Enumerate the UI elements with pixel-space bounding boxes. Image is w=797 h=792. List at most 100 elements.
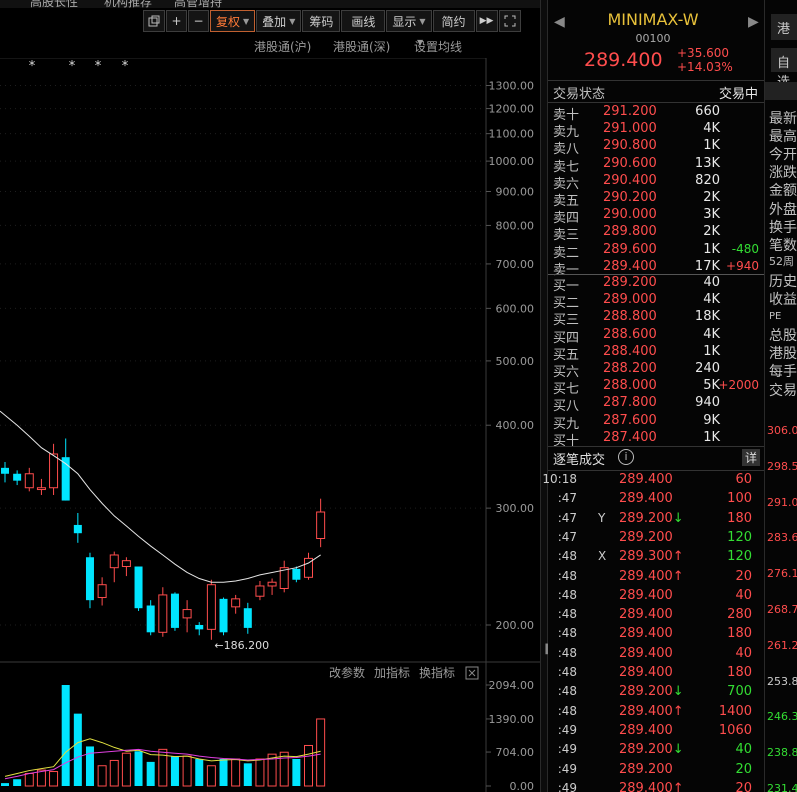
ask-row[interactable]: 卖三 289.800 2K [548,224,764,244]
info-label: 52周 [769,254,794,268]
prev-stock-icon[interactable]: ◀ [554,14,565,30]
simple-button[interactable]: 简约 [432,10,475,32]
adjust-label: 复权 [216,14,241,29]
zoom-out-button[interactable]: − [188,10,209,32]
ask-row[interactable]: 卖十 291.200 660 [548,104,764,123]
tick-price: 289.400↑ [619,781,684,792]
tick-row: :49 289.400 1060 [548,723,764,740]
ask-row[interactable]: 卖七 290.600 13K [548,156,764,175]
tick-time: 10:18 [542,472,577,486]
tick-price-value: 289.200 [619,761,673,777]
tick-flag: Y [598,510,606,525]
nav-item[interactable]: 机构推荐 [104,0,152,8]
draw-button[interactable]: 画线 [341,10,386,32]
volume-bar [121,752,131,787]
switch-indicator-button[interactable]: 换指标 [419,665,455,680]
volume-bar [85,746,94,786]
level-delta: -480 [731,241,759,256]
tick-price-value: 289.400 [619,722,673,738]
next-stock-icon[interactable]: ▶ [748,14,759,30]
candle-body [170,593,179,628]
tick-row: 10:18 289.400 60 [542,472,764,489]
sh-connect-link[interactable]: 港股通(沪) [254,38,311,55]
params-button[interactable]: 改参数 [329,665,365,680]
add-indicator-button[interactable]: 加指标 [374,665,410,680]
tick-time: :48 [557,665,577,679]
candle-body [13,473,22,481]
ask-row[interactable]: 卖二 289.600 1K -480 [548,241,764,261]
info-label: 每手 [769,364,797,381]
bid-row[interactable]: 买八 287.800 940 [548,395,764,414]
ask-row[interactable]: 卖四 290.000 3K [548,207,764,227]
bid-row[interactable]: 买十 287.400 1K [548,430,764,449]
adjust-button[interactable]: 复权 ▼ [210,10,256,32]
price-tick-label: 500.00 [496,355,535,368]
play-button[interactable]: ▶▶ [475,10,498,32]
info-label: 港股 [769,346,797,363]
candles [1,438,326,640]
bid-row[interactable]: 买三 288.800 18K [548,309,764,328]
volume-tick-label: 2094.00 [489,679,535,692]
level-label: 卖九 [553,125,580,141]
layout-button[interactable] [143,10,165,32]
price-axis: 1300.00 1200.00 1100.00 1000.00 900.00 800.00… [486,80,535,632]
tick-arrow-icon: ↑ [672,549,684,565]
info-icon[interactable]: i [618,449,634,465]
bid-row[interactable]: 买九 287.600 9K [548,413,764,432]
level-label: 卖四 [553,211,580,227]
ask-row[interactable]: 卖九 291.000 4K [548,121,764,141]
sz-connect-link[interactable]: 港股通(深) [333,38,390,55]
volume-bar [243,763,252,786]
tick-volume: 40 [735,645,752,661]
watchlist-button[interactable]: 自选 [771,48,797,90]
market-tab[interactable]: 港 [771,14,797,40]
tick-volume: 20 [735,761,752,777]
event-mark: * [29,59,36,74]
chips-button[interactable]: 筹码 [302,10,341,32]
overlay-button[interactable]: 叠加 ▼ [256,10,302,32]
tick-volume: 20 [735,780,752,792]
price-tick-label: 1200.00 [489,103,535,116]
bid-row[interactable]: 买七 288.000 5K +2000 [548,378,764,397]
tick-price: 289.400↑ [619,569,684,584]
bid-row[interactable]: 买一 289.200 40 [548,275,764,294]
info-label: 最高 [769,129,797,146]
level-label: 卖八 [553,142,580,158]
kline-chart[interactable]: * * * * ←186.200 1300.00 1200.00 1100.00 1000.… [0,58,540,792]
display-button[interactable]: 显示 ▼ [386,10,432,32]
nav-item[interactable]: 高股长性 [30,0,78,8]
level-label: 卖六 [553,176,580,192]
tick-row: :48 289.400 40 [548,646,764,663]
ask-row[interactable]: 卖六 290.400 820 [548,173,764,192]
zoom-in-button[interactable]: + [166,10,187,32]
detail-button[interactable]: 详 [742,449,760,466]
ask-row[interactable]: 卖八 290.800 1K [548,138,764,158]
ladder-price: 291.0 [767,495,797,509]
close-icon[interactable] [465,666,479,680]
level-volume: 4K [703,292,720,308]
bid-row[interactable]: 买五 288.400 1K [548,344,764,363]
volume-bar [195,758,204,786]
chart-subbar: 港股通(沪) 港股通(深) 设置均线 ▼ [254,38,474,56]
ladder-price: 253.8 [767,674,797,688]
bid-row[interactable]: 买六 288.200 240 [548,361,764,380]
fullscreen-button[interactable] [498,10,521,32]
panel-divider[interactable]: ▐ [540,0,549,792]
low-marker: ←186.200 [214,639,269,652]
level-label: 卖三 [553,228,580,244]
nav-item[interactable]: 高管增持 [174,0,222,8]
tick-price-value: 289.400 [619,703,673,719]
volume-bar [49,771,59,787]
candle-body [146,605,155,633]
trade-status-row: 交易状态 交易中 [548,83,764,102]
price-tick-label: 700.00 [496,258,535,271]
tick-price-value: 289.200 [619,742,673,758]
volume-chart [1,685,326,787]
bid-row[interactable]: 买二 289.000 4K [548,292,764,311]
candle-body [195,625,204,630]
tick-price-value: 289.300 [619,549,673,565]
ask-row[interactable]: 卖五 290.200 2K [548,190,764,209]
event-mark: * [95,59,102,74]
bid-row[interactable]: 买四 288.600 4K [548,327,764,346]
level-label: 卖十 [553,108,580,123]
